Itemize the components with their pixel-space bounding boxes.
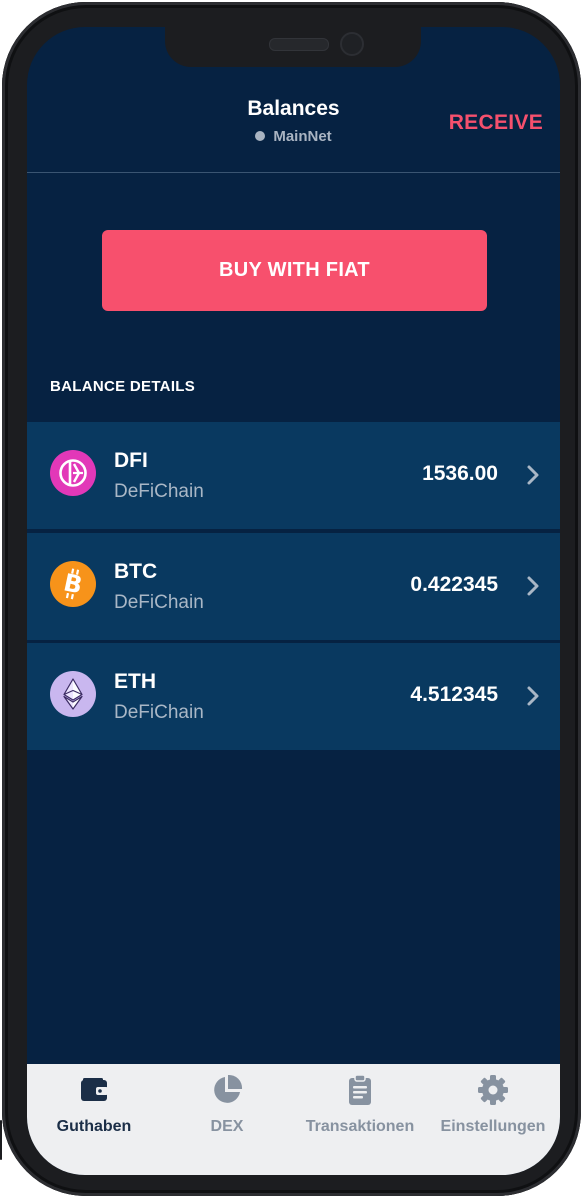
token-amount: 4.512345 bbox=[410, 683, 498, 706]
buy-with-fiat-button[interactable]: BUY WITH FIAT bbox=[102, 230, 487, 311]
token-amount: 1536.00 bbox=[422, 462, 498, 485]
tab-label: DEX bbox=[210, 1118, 244, 1135]
chevron-right-icon bbox=[527, 576, 539, 596]
tab-transaktionen[interactable]: Transaktionen bbox=[293, 1074, 427, 1154]
token-symbol: ETH bbox=[114, 670, 156, 693]
tab-dex[interactable]: DEX bbox=[160, 1074, 294, 1154]
clipboard-icon bbox=[349, 1074, 371, 1105]
pie-chart-icon bbox=[214, 1074, 243, 1103]
chevron-right-icon bbox=[527, 686, 539, 706]
tab-label: Guthaben bbox=[56, 1118, 132, 1135]
phone-side-button bbox=[0, 1120, 2, 1160]
ethereum-icon bbox=[50, 671, 96, 717]
token-row-eth[interactable]: ETH DeFiChain 4.512345 bbox=[27, 643, 560, 750]
network-name: MainNet bbox=[273, 128, 332, 145]
token-row-dfi[interactable]: DFI DeFiChain 1536.00 bbox=[27, 422, 560, 529]
tab-einstellungen[interactable]: Einstellungen bbox=[426, 1074, 560, 1154]
wallet-icon bbox=[81, 1078, 108, 1101]
bottom-tab-bar: Guthaben DEX Transaktionen Einstellungen bbox=[27, 1064, 560, 1175]
token-amount: 0.422345 bbox=[410, 573, 498, 596]
speaker-grille bbox=[269, 38, 329, 51]
tab-label: Einstellungen bbox=[440, 1118, 546, 1135]
token-row-btc[interactable]: B BTC DeFiChain 0.422345 bbox=[27, 533, 560, 640]
token-symbol: DFI bbox=[114, 449, 148, 472]
network-status-dot-icon bbox=[255, 131, 266, 141]
receive-button[interactable]: RECEIVE bbox=[449, 111, 543, 135]
token-network: DeFiChain bbox=[114, 592, 204, 613]
defichain-icon bbox=[50, 450, 96, 496]
phone-frame: Balances MainNet RECEIVE BUY WITH FIAT B… bbox=[2, 2, 581, 1196]
token-network: DeFiChain bbox=[114, 702, 204, 723]
app-screen: Balances MainNet RECEIVE BUY WITH FIAT B… bbox=[27, 27, 560, 1175]
gear-icon bbox=[478, 1075, 508, 1105]
front-camera bbox=[340, 32, 364, 56]
tab-guthaben[interactable]: Guthaben bbox=[27, 1074, 161, 1154]
phone-notch bbox=[165, 27, 421, 67]
balance-details-heading: BALANCE DETAILS bbox=[50, 378, 196, 395]
token-network: DeFiChain bbox=[114, 481, 204, 502]
token-symbol: BTC bbox=[114, 560, 158, 583]
bitcoin-icon: B bbox=[50, 561, 96, 607]
tab-label: Transaktionen bbox=[305, 1118, 415, 1135]
chevron-right-icon bbox=[527, 465, 539, 485]
